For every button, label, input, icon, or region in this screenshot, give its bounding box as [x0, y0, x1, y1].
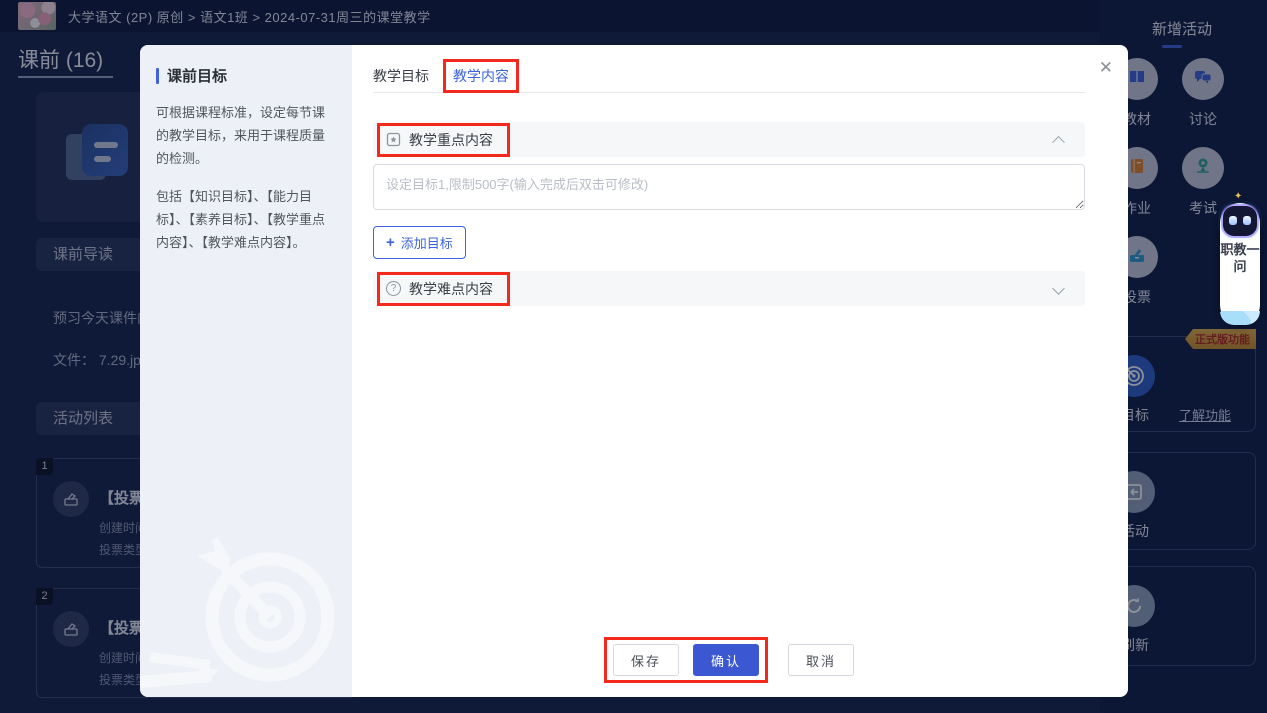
section-difficult-content[interactable]: ? 教学难点内容 [373, 271, 1085, 306]
tab-teaching-content[interactable]: 教学内容 [453, 68, 509, 84]
cancel-button[interactable]: 取消 [788, 644, 854, 676]
goal-input[interactable] [373, 164, 1085, 210]
aside-title-row: 课前目标 [156, 65, 336, 86]
tab-teaching-goal[interactable]: 教学目标 [373, 66, 429, 86]
assistant-widget[interactable]: ✦ 职教一问 [1220, 191, 1260, 325]
section-title: 教学重点内容 [409, 131, 493, 148]
section-key-content[interactable]: 教学重点内容 [373, 122, 1085, 157]
modal-tabs: 教学目标 教学内容 [373, 58, 1085, 93]
annotation-box-footer: 保存 确认 [604, 637, 768, 683]
add-goal-label: 添加目标 [400, 236, 453, 251]
title-accent-bar [156, 67, 159, 84]
modal-footer: 保存 确认 取消 [352, 637, 1106, 683]
chevron-down-icon[interactable] [1052, 282, 1065, 295]
modal-aside: 课前目标 可根据课程标准，设定每节课的教学目标，来用于课程质量的检测。 包括【知… [140, 45, 352, 697]
aside-description-1: 可根据课程标准，设定每节课的教学目标，来用于课程质量的检测。 [156, 105, 326, 166]
plus-icon: + [386, 234, 395, 251]
annotation-box-key-content: 教学重点内容 [377, 122, 510, 157]
annotation-box-tab: 教学内容 [443, 58, 519, 93]
target-watermark [140, 537, 335, 688]
aside-description-2: 包括【知识目标】、【能力目标】、【素养目标】、【教学重点内容】、【教学难点内容】… [156, 189, 326, 250]
section-title: 教学难点内容 [409, 280, 493, 297]
sparkle-icon: ✦ [1234, 191, 1243, 202]
add-goal-button[interactable]: + 添加目标 [373, 226, 466, 259]
robot-icon [1223, 206, 1257, 236]
confirm-button[interactable]: 确认 [693, 644, 759, 676]
close-icon[interactable]: ✕ [1099, 58, 1113, 78]
pre-class-goal-modal: 课前目标 可根据课程标准，设定每节课的教学目标，来用于课程质量的检测。 包括【知… [140, 45, 1128, 697]
modal-main: ✕ 教学目标 教学内容 教学重点内容 + 添加目标 [352, 45, 1128, 697]
chevron-up-icon[interactable] [1052, 135, 1065, 149]
annotation-box-difficult-content: ? 教学难点内容 [377, 271, 510, 306]
assistant-label: 职教一问 [1220, 242, 1260, 274]
save-button[interactable]: 保存 [613, 644, 679, 676]
question-circle-icon: ? [386, 281, 401, 296]
aside-title: 课前目标 [167, 68, 228, 85]
document-note-icon [386, 132, 401, 147]
